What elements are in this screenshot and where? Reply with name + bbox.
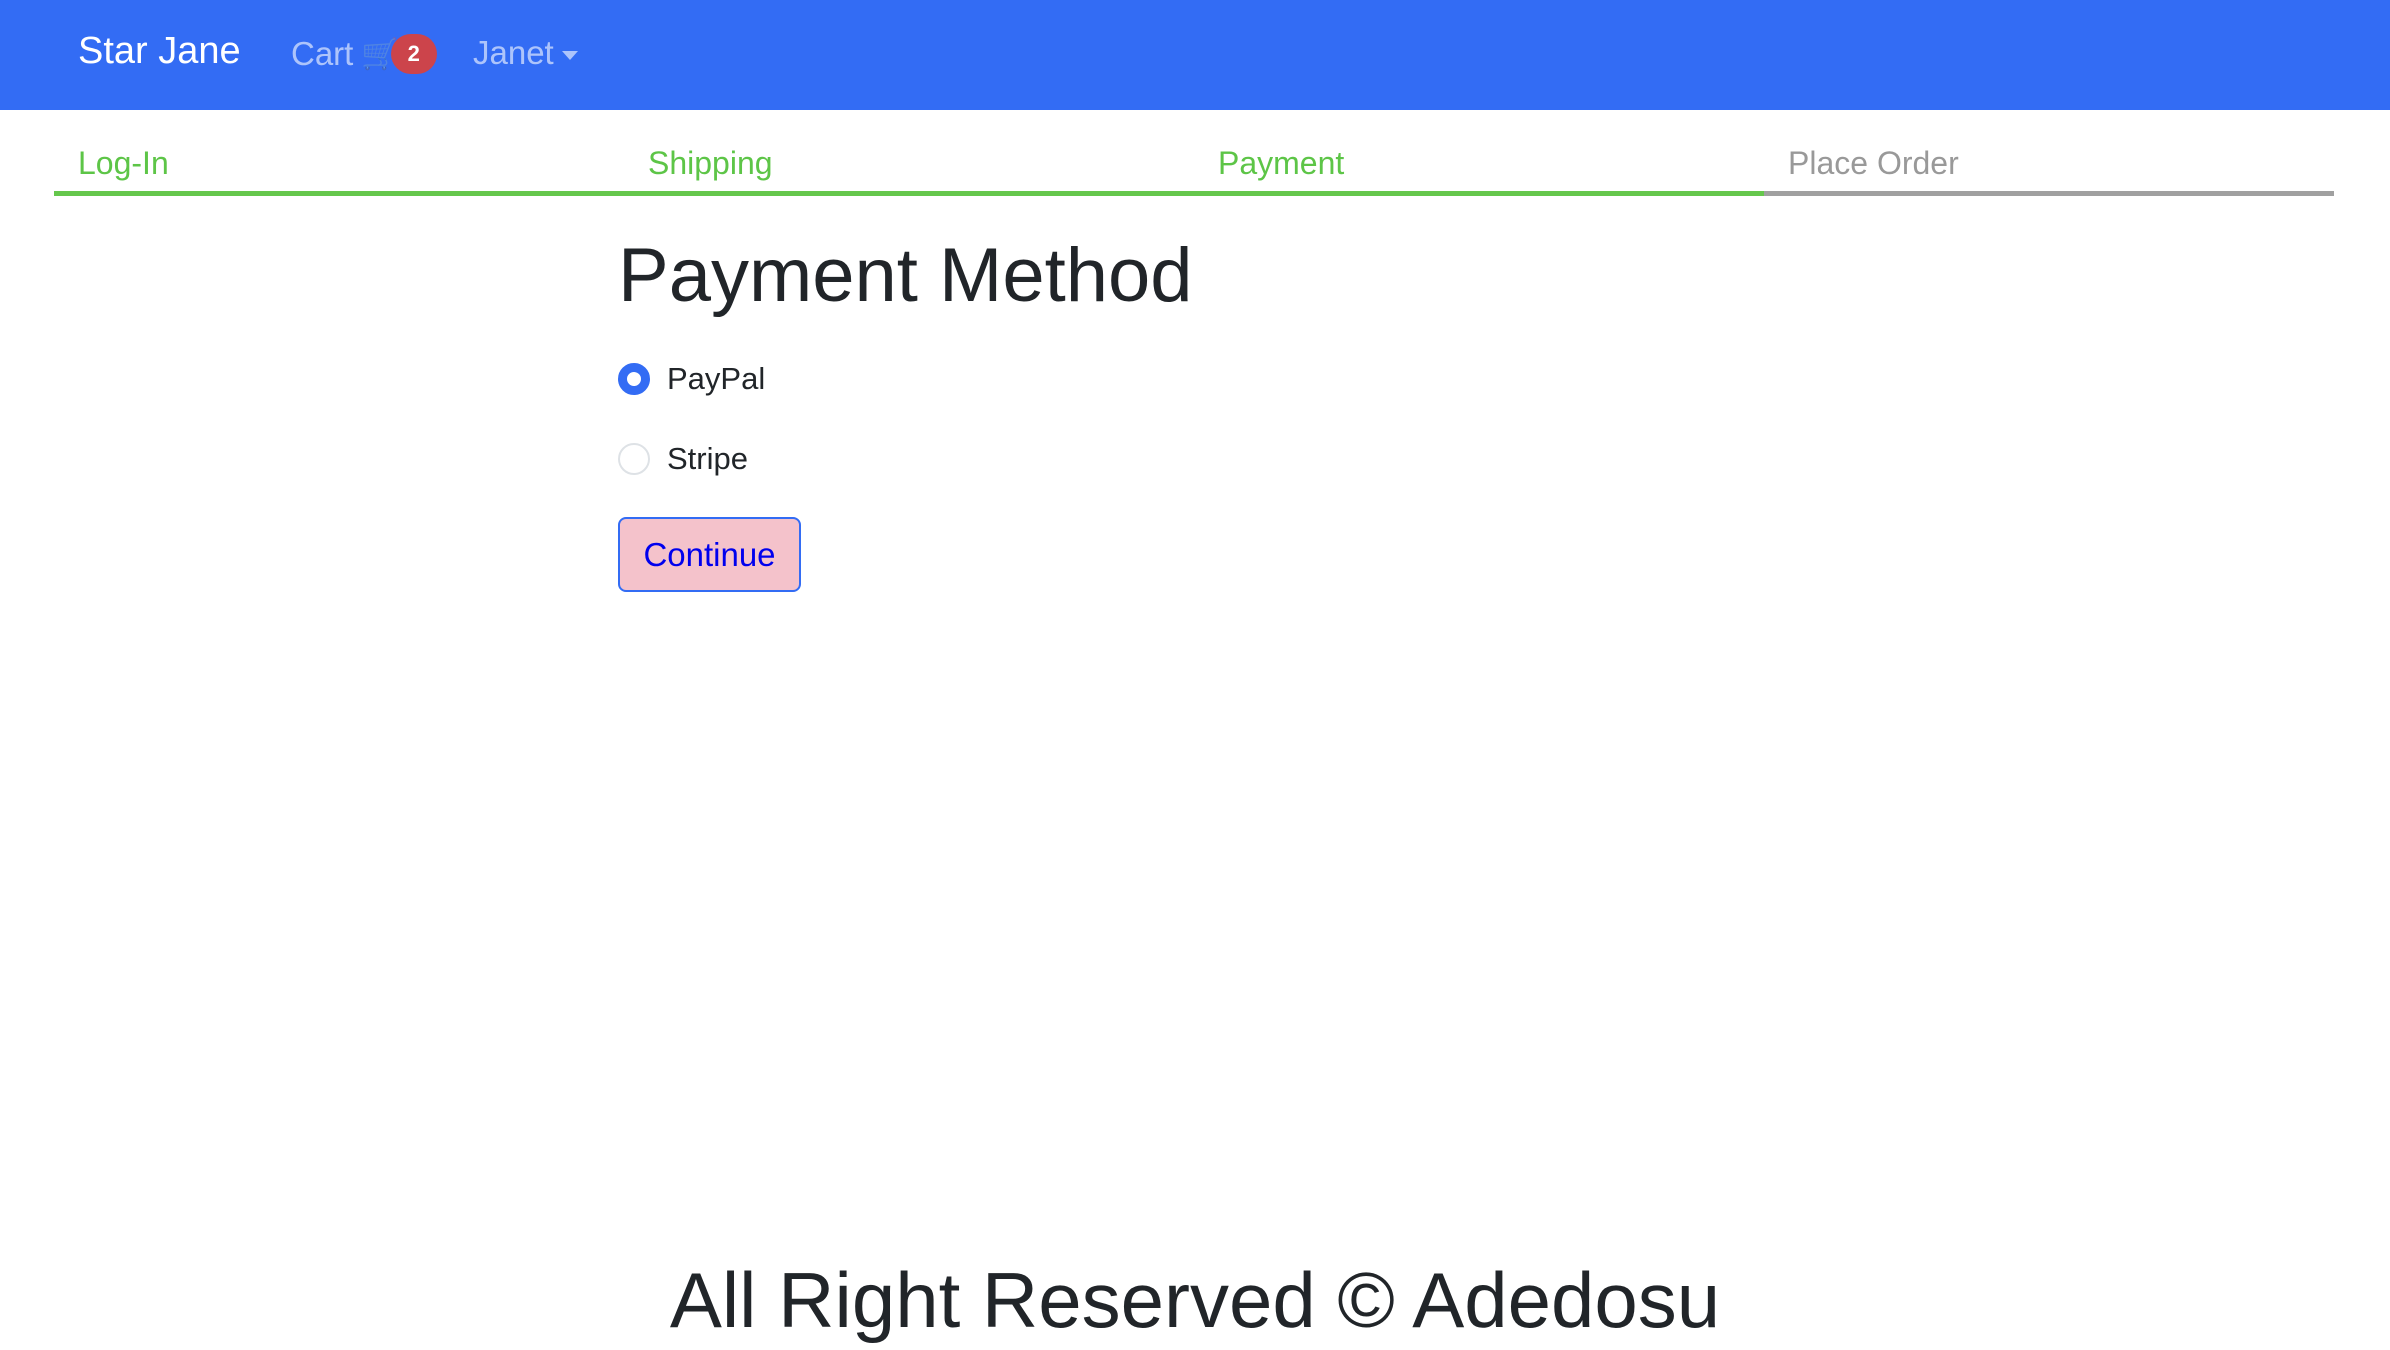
step-place-order: Place Order [1764, 145, 2334, 196]
paypal-option[interactable]: PayPal [618, 361, 765, 397]
navbar: Star Jane Cart 🛒 2 Janet [0, 0, 2390, 110]
cart-link[interactable]: Cart 🛒 2 [291, 34, 437, 74]
stripe-label: Stripe [667, 441, 748, 476]
cart-icon: 🛒 [361, 37, 399, 71]
checkout-steps: Log-In Shipping Payment Place Order [54, 145, 2334, 196]
user-dropdown[interactable]: Janet [473, 34, 578, 72]
paypal-label: PayPal [667, 361, 766, 396]
chevron-down-icon [561, 50, 578, 60]
page-title: Payment Method [618, 233, 1193, 318]
continue-button[interactable]: Continue [618, 517, 801, 592]
step-shipping[interactable]: Shipping [624, 145, 1194, 196]
stripe-radio[interactable] [618, 443, 650, 475]
paypal-radio[interactable] [618, 363, 650, 395]
footer-text: All Right Reserved © Adedosu [669, 1256, 1721, 1344]
user-name: Janet [473, 34, 554, 71]
step-login[interactable]: Log-In [54, 145, 624, 196]
stripe-option[interactable]: Stripe [618, 441, 748, 477]
brand-link[interactable]: Star Jane [78, 30, 241, 73]
step-payment[interactable]: Payment [1194, 145, 1764, 196]
cart-label: Cart [291, 35, 354, 72]
